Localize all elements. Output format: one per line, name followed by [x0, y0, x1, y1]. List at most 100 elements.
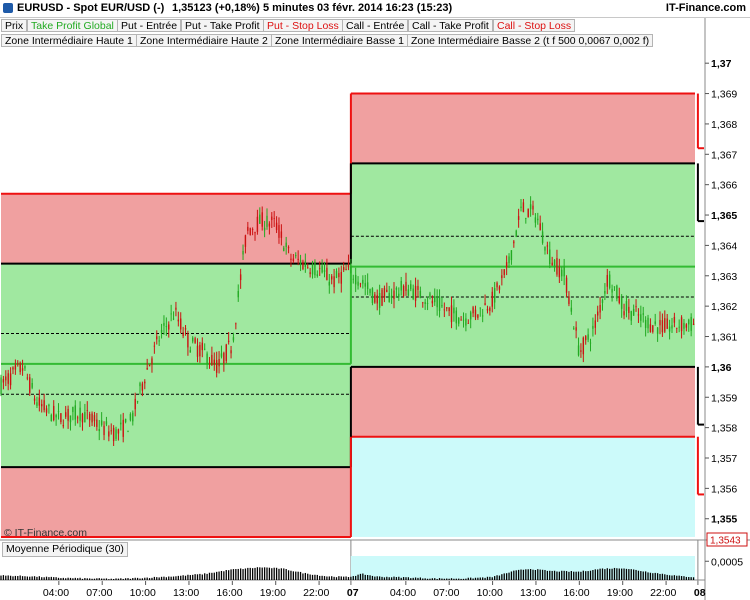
candle-body — [67, 408, 69, 421]
candle-body — [141, 383, 144, 391]
x-tick-label: 08 — [694, 587, 706, 599]
candle-body — [414, 285, 417, 301]
candle-body — [79, 407, 81, 421]
candle-body — [62, 424, 65, 427]
candle-body — [55, 414, 57, 418]
candle-body — [431, 300, 434, 304]
candle-body — [98, 428, 100, 432]
candle-body — [43, 400, 45, 411]
candle-body — [160, 329, 163, 333]
candle-body — [175, 307, 177, 310]
current-price-label: 1,3543 — [710, 536, 741, 547]
candle-body — [422, 302, 424, 304]
candle-body — [117, 429, 120, 434]
zone-cyan — [350, 436, 695, 537]
candle-body — [170, 313, 172, 315]
candle-body — [206, 353, 208, 364]
candle-body — [640, 314, 642, 321]
candle-body — [616, 285, 618, 300]
candle-body — [570, 307, 573, 312]
y-tick-label: 1,363 — [711, 271, 737, 283]
candle-body — [606, 275, 608, 287]
candle-body — [455, 310, 458, 324]
candle-body — [568, 296, 570, 304]
candle-body — [213, 359, 215, 365]
candle-body — [48, 404, 50, 407]
candle-body — [14, 365, 17, 370]
candle-body — [642, 313, 644, 315]
candle-body — [297, 258, 299, 260]
candle-body — [263, 227, 266, 231]
candle-body — [242, 251, 244, 255]
candle-body — [585, 336, 587, 341]
candle-body — [218, 358, 220, 367]
candle-body — [410, 284, 412, 290]
candle-body — [254, 231, 256, 234]
candle-body — [31, 383, 33, 388]
y-tick-label: 1,36 — [711, 362, 732, 374]
y-tick-label: 1,361 — [711, 332, 737, 344]
candle-body — [671, 325, 673, 329]
candle-body — [489, 307, 491, 311]
candle-body — [112, 427, 115, 442]
candle-body — [436, 295, 438, 308]
candle-body — [362, 279, 364, 284]
candle-body — [412, 288, 414, 299]
candle-body — [515, 230, 517, 237]
candle-body — [587, 334, 589, 340]
candle-body — [235, 323, 237, 325]
candle-body — [151, 358, 153, 365]
candle-body — [146, 367, 148, 370]
candle-body — [251, 229, 254, 231]
candle-body — [599, 304, 601, 313]
candle-body — [273, 218, 275, 219]
candle-body — [29, 377, 31, 393]
candle-body — [187, 333, 189, 348]
candle-body — [467, 322, 469, 324]
candle-body — [287, 247, 290, 249]
candle-body — [2, 378, 5, 383]
candle-body — [477, 314, 479, 318]
candle-body — [462, 319, 465, 321]
candle-body — [326, 267, 328, 281]
candle-body — [53, 405, 55, 421]
candle-body — [17, 363, 19, 365]
candle-body — [266, 215, 268, 227]
x-tick-label: 10:00 — [130, 587, 156, 599]
candle-body — [613, 286, 616, 288]
y-tick-label: 1,369 — [711, 89, 737, 101]
indicator-legend-label[interactable]: Moyenne Périodique (30) — [2, 542, 128, 557]
candle-body — [604, 290, 606, 294]
candle-body — [661, 320, 664, 333]
x-tick-label: 13:00 — [173, 587, 199, 599]
y-tick-label: 1,355 — [711, 514, 737, 526]
candle-body — [561, 269, 563, 277]
candle-body — [592, 325, 594, 329]
candle-body — [24, 365, 26, 369]
candle-body — [96, 419, 98, 427]
candle-body — [347, 263, 350, 268]
candle-body — [124, 418, 127, 423]
x-tick-label: 22:00 — [650, 587, 676, 599]
candle-body — [76, 417, 79, 419]
candle-body — [690, 316, 692, 331]
candle-body — [259, 214, 261, 224]
candle-body — [666, 318, 668, 329]
candle-body — [244, 235, 247, 247]
x-tick-label: 19:00 — [260, 587, 286, 599]
candle-body — [371, 288, 374, 304]
candle-body — [632, 309, 635, 316]
candle-body — [580, 350, 582, 352]
candle-body — [239, 274, 242, 281]
candle-body — [211, 354, 213, 366]
y-tick-label: 1,365 — [711, 210, 737, 222]
candle-body — [290, 258, 292, 260]
candle-body — [608, 274, 611, 288]
candle-body — [594, 320, 597, 328]
candle-body — [268, 223, 271, 227]
y-tick-label: 1,364 — [711, 240, 737, 252]
candle-body — [460, 319, 462, 321]
x-tick-label: 22:00 — [303, 587, 329, 599]
candle-body — [517, 216, 520, 220]
x-tick-label: 07:00 — [86, 587, 112, 599]
